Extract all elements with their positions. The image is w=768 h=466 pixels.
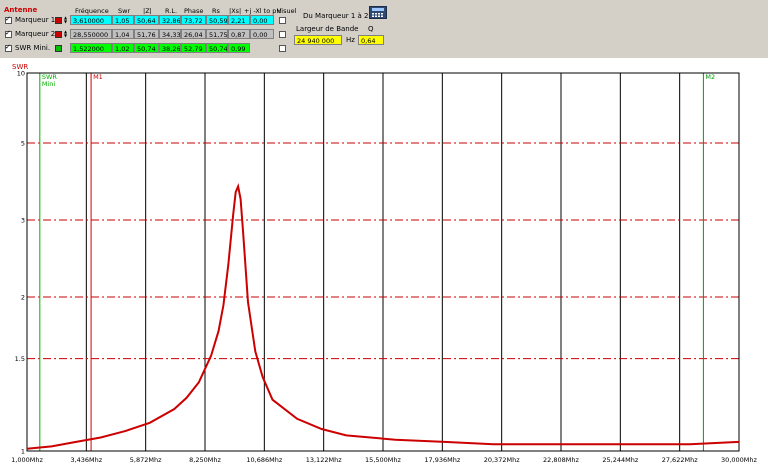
header-swr: Swr (118, 7, 131, 15)
marker1-frequence: 3,610000 (70, 15, 112, 25)
x-tick-label: 17,936Mhz (424, 456, 460, 464)
marker1-xs: 2,21 (228, 15, 250, 25)
marker1-visuel-checkbox[interactable] (279, 17, 286, 24)
y-tick-label: 1 (21, 448, 25, 456)
swr-mini-z: 50,74 (134, 43, 159, 53)
du-marqueur-label: Du Marqueur 1 à 2 (303, 12, 369, 20)
y-tick-label: 3 (21, 217, 25, 225)
header-rs: Rs (212, 7, 220, 15)
header-xl-to-ph: +j -Xl to pH (244, 7, 282, 15)
header-z: |Z| (143, 7, 152, 15)
y-tick-label: 1.5 (15, 355, 25, 363)
swr-mini-color-swatch[interactable] (55, 45, 62, 52)
swr-mini-frequence: 1,522000 (70, 43, 112, 53)
swr-mini-visuel-checkbox[interactable] (279, 45, 286, 52)
swr-mini-rs: 50,74 (206, 43, 228, 53)
header-visuel: Visuel (277, 7, 297, 15)
marker1-z: 50,64 (134, 15, 159, 25)
q-field[interactable]: 0,64 (358, 35, 384, 45)
swr-mini-rl: 38,26 (159, 43, 181, 53)
marker1-xl: 0,00 (250, 15, 274, 25)
marker2-xl: 0,00 (250, 29, 274, 39)
x-tick-label: 3,436Mhz (70, 456, 102, 464)
calculator-icon (372, 8, 384, 17)
marker-label: M2 (705, 73, 715, 81)
swr-mini-label: SWR Mini. (15, 44, 51, 52)
y-tick-label: 5 (21, 140, 25, 148)
marker1-rs: 50,59 (206, 15, 228, 25)
swr-mini-checkbox[interactable] (5, 43, 12, 52)
swr-chart: SWR 1,000Mhz 3,436Mhz 5,872Mhz 8,250Mhz 10,6… (0, 58, 768, 466)
marker2-phase: 26,04 (181, 29, 206, 39)
x-tick-label: 25,244Mhz (602, 456, 638, 464)
marker-label-line: M2 (705, 73, 715, 81)
swr-mini-swr: 1,02 (112, 43, 134, 53)
q-label: Q (368, 25, 374, 33)
header-xs: |Xs| (229, 7, 242, 15)
x-tick-label: 13,122Mhz (306, 456, 342, 464)
swr-mini-phase: 52,79 (181, 43, 206, 53)
x-tick-label: 1,000Mhz (11, 456, 43, 464)
marker-label-line: M1 (93, 73, 103, 81)
largeur-de-bande-label: Largeur de Bande (296, 25, 359, 33)
marker2-visuel-checkbox[interactable] (279, 31, 286, 38)
marker2-label: Marqueur 2 (15, 30, 56, 38)
x-tick-label: 30,000Mhz (721, 456, 757, 464)
calculator-button[interactable] (369, 6, 387, 19)
x-tick-label: 10,686Mhz (246, 456, 282, 464)
chart-background (0, 58, 768, 466)
marker2-xs: 0,87 (228, 29, 250, 39)
marker2-spinner-icon[interactable]: ▲ ▼ (64, 30, 68, 38)
marker1-spinner-icon[interactable]: ▲ ▼ (64, 16, 68, 24)
marker-label-line: Mini (42, 80, 56, 88)
marker2-z: 51,76 (134, 29, 159, 39)
marker2-rl: 34,33 (159, 29, 181, 39)
marker2-checkbox[interactable] (5, 29, 12, 38)
marker2-color-swatch[interactable] (55, 31, 62, 38)
swr-mini-xs: 0,99 (228, 43, 250, 53)
marker1-checkbox[interactable] (5, 15, 12, 24)
bandwidth-field[interactable]: 24 940 000 (294, 35, 342, 45)
marker-panel: Antenne Fréquence Swr |Z| R.L. Phase Rs … (0, 0, 768, 58)
hz-label: Hz (346, 36, 355, 44)
x-tick-label: 20,372Mhz (484, 456, 520, 464)
marker1-phase: 73,72 (181, 15, 206, 25)
marker1-rl: 32,86 (159, 15, 181, 25)
marker2-swr: 1,04 (112, 29, 134, 39)
marker-label: M1 (93, 73, 103, 81)
marker1-swr: 1,05 (112, 15, 134, 25)
header-frequence: Fréquence (75, 7, 109, 15)
y-tick-label: 10 (17, 70, 25, 78)
x-tick-label: 5,872Mhz (130, 456, 162, 464)
x-tick-label: 27,622Mhz (662, 456, 698, 464)
header-phase: Phase (184, 7, 204, 15)
marker1-color-swatch[interactable] (55, 17, 62, 24)
x-tick-label: 15,500Mhz (365, 456, 401, 464)
y-tick-label: 2 (21, 294, 25, 302)
marker1-label: Marqueur 1 (15, 16, 56, 24)
x-tick-label: 22,808Mhz (543, 456, 579, 464)
header-rl: R.L. (165, 7, 178, 15)
marker2-frequence: 28,550000 (70, 29, 112, 39)
marker2-rs: 51,75 (206, 29, 228, 39)
marker-label: SWR Mini (42, 73, 58, 88)
x-tick-label: 8,250Mhz (189, 456, 221, 464)
antenne-label: Antenne (4, 6, 38, 14)
